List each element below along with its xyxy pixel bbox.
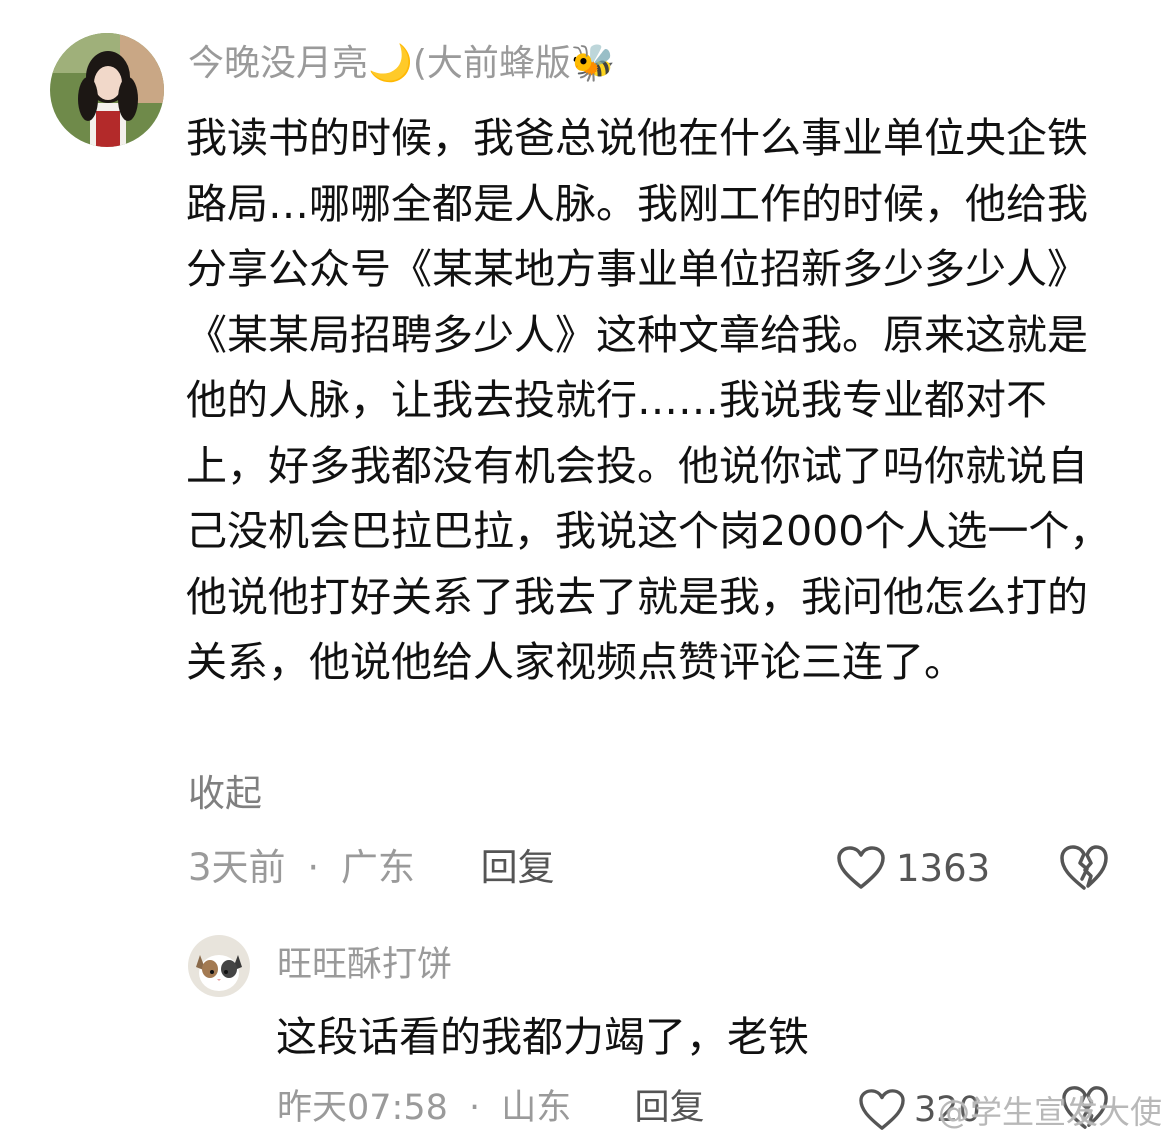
timestamp: 昨天07:58 [277,1088,448,1128]
like-button[interactable]: 1363 [836,842,990,894]
broken-heart-icon[interactable] [1058,843,1110,893]
comment-thread: 今晚没月亮🌙(大前蜂版🐝 我读书的时候，我爸总说他在什么事业单位央企铁路局…哪哪… [0,0,1169,1142]
username[interactable]: 今晚没月亮🌙(大前蜂版🐝 [188,38,616,90]
comment-meta: 3天前 · 广东 回复 [188,842,555,894]
comment-body: 我读书的时候，我爸总说他在什么事业单位央企铁路局…哪哪全都是人脉。我刚工作的时候… [186,114,1111,686]
watermark: @学生宣发大使 [938,1093,1163,1131]
separator-dot: · [307,846,320,889]
avatar[interactable] [188,935,250,997]
location: 广东 [340,846,415,889]
comment-meta: 昨天07:58 · 山东 回复 [277,1082,704,1134]
avatar[interactable] [50,33,164,147]
reply-button[interactable]: 回复 [481,842,555,894]
comment-body: 这段话看的我都力竭了，老铁 [276,1013,809,1061]
username[interactable]: 旺旺酥打饼 [277,940,452,990]
timestamp: 3天前 [188,846,286,889]
heart-outline-icon [837,846,885,889]
location: 山东 [501,1088,572,1128]
collapse-button[interactable]: 收起 [188,768,262,820]
separator-dot: · [469,1088,481,1128]
reply-button[interactable]: 回复 [634,1088,704,1128]
like-count: 1363 [896,846,991,890]
heart-outline-icon [859,1089,905,1130]
